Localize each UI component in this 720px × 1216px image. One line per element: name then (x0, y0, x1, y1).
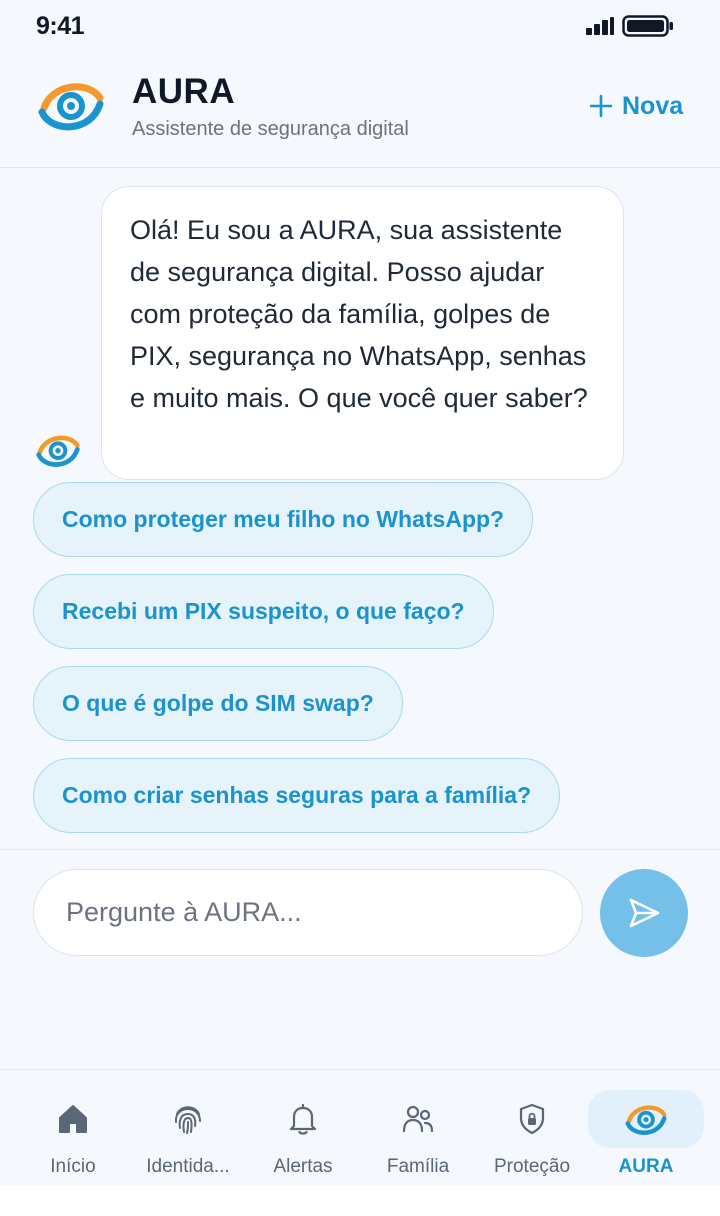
status-bar: 9:41 (0, 0, 720, 54)
tab-inicio[interactable]: Início (15, 1090, 131, 1178)
tab-label: Alertas (273, 1156, 333, 1177)
suggestion-chip[interactable]: O que é golpe do SIM swap? (33, 666, 403, 741)
assistant-message-bubble: Olá! Eu sou a AURA, sua assistente de se… (101, 186, 624, 480)
bell-icon (289, 1103, 317, 1135)
tab-label: Família (386, 1156, 450, 1177)
tab-label: Identida... (146, 1156, 230, 1177)
tab-familia[interactable]: Família (360, 1090, 476, 1178)
send-button[interactable] (600, 869, 688, 957)
new-chat-button[interactable]: Nova (590, 88, 683, 124)
signal-icon (586, 17, 614, 35)
screen: 9:41 AURA Assistente de segurança digita… (0, 0, 720, 1216)
aura-avatar-icon (36, 435, 80, 467)
aura-eye-icon (625, 1105, 667, 1135)
suggestion-chip[interactable]: Como criar senhas seguras para a família… (33, 758, 561, 833)
tab-label: AURA (618, 1156, 674, 1177)
home-icon (59, 1105, 87, 1133)
home-indicator-area (0, 1185, 720, 1216)
shield-lock-icon (519, 1103, 545, 1135)
battery-icon (622, 15, 673, 37)
plus-icon (590, 95, 612, 117)
tab-label: Início (50, 1156, 96, 1177)
tab-alertas[interactable]: Alertas (245, 1090, 361, 1178)
aura-eye-logo (38, 83, 104, 131)
fingerprint-icon (174, 1106, 201, 1134)
tab-label: Proteção (493, 1156, 571, 1177)
status-time: 9:41 (36, 12, 85, 40)
chat-area[interactable]: Olá! Eu sou a AURA, sua assistente de se… (0, 169, 720, 849)
suggestion-chip[interactable]: Recebi um PIX suspeito, o que faço? (33, 574, 494, 649)
app-title: AURA (132, 72, 236, 111)
suggestion-chip[interactable]: Como proteger meu filho no WhatsApp? (33, 482, 534, 557)
message-composer (0, 849, 720, 1069)
tab-aura[interactable]: AURA (588, 1090, 704, 1178)
tab-identidade[interactable]: Identida... (130, 1090, 246, 1178)
message-input[interactable] (33, 869, 583, 956)
tab-protecao[interactable]: Proteção (474, 1090, 590, 1178)
app-header: AURA Assistente de segurança digital Nov… (0, 54, 720, 168)
bottom-tab-bar: Início Identida... Alertas Família Prote… (0, 1069, 720, 1185)
new-chat-label: Nova (622, 91, 684, 120)
send-icon (629, 898, 660, 928)
family-icon (402, 1105, 434, 1133)
app-subtitle: Assistente de segurança digital (132, 118, 409, 140)
